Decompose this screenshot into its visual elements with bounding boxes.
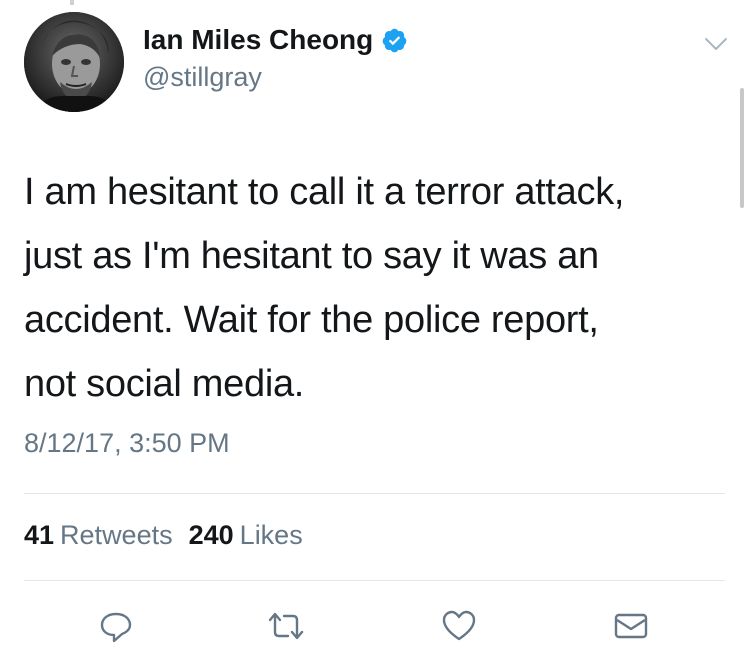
tweet-text-line: just as I'm hesitant to say it was an: [24, 235, 599, 277]
scroll-indicator: [740, 88, 744, 208]
tweet-text: I am hesitant to call it a terror attack…: [24, 160, 724, 416]
tweet-card: Ian Miles Cheong @stillgray I am hesitan…: [0, 0, 749, 662]
like-button[interactable]: [437, 604, 481, 648]
verified-badge-icon: [381, 27, 408, 54]
retweet-icon: [264, 606, 308, 646]
chevron-down-icon[interactable]: [702, 34, 730, 54]
likes-label[interactable]: Likes: [240, 520, 303, 551]
user-handle[interactable]: @stillgray: [143, 62, 262, 93]
reply-button[interactable]: [94, 604, 138, 648]
tweet-timestamp[interactable]: 8/12/17, 3:50 PM: [24, 428, 230, 459]
heart-icon: [439, 606, 479, 646]
top-edge-mark: [70, 0, 74, 5]
retweets-label[interactable]: Retweets: [60, 520, 173, 551]
avatar-image: [24, 12, 124, 112]
retweets-count[interactable]: 41: [24, 520, 54, 551]
likes-count[interactable]: 240: [189, 520, 234, 551]
retweet-button[interactable]: [264, 604, 308, 648]
direct-message-button[interactable]: [609, 604, 653, 648]
tweet-text-line: not social media.: [24, 363, 305, 405]
display-name[interactable]: Ian Miles Cheong: [143, 24, 408, 56]
envelope-icon: [611, 606, 651, 646]
tweet-actions: [0, 600, 749, 650]
tweet-text-line: accident. Wait for the police report,: [24, 299, 599, 341]
tweet-stats: 41 Retweets 240 Likes: [24, 520, 319, 551]
reply-icon: [96, 606, 136, 646]
display-name-text[interactable]: Ian Miles Cheong: [143, 24, 373, 56]
divider: [24, 493, 725, 494]
divider: [24, 580, 725, 581]
tweet-text-line: I am hesitant to call it a terror attack…: [24, 171, 625, 213]
avatar[interactable]: [24, 12, 124, 112]
